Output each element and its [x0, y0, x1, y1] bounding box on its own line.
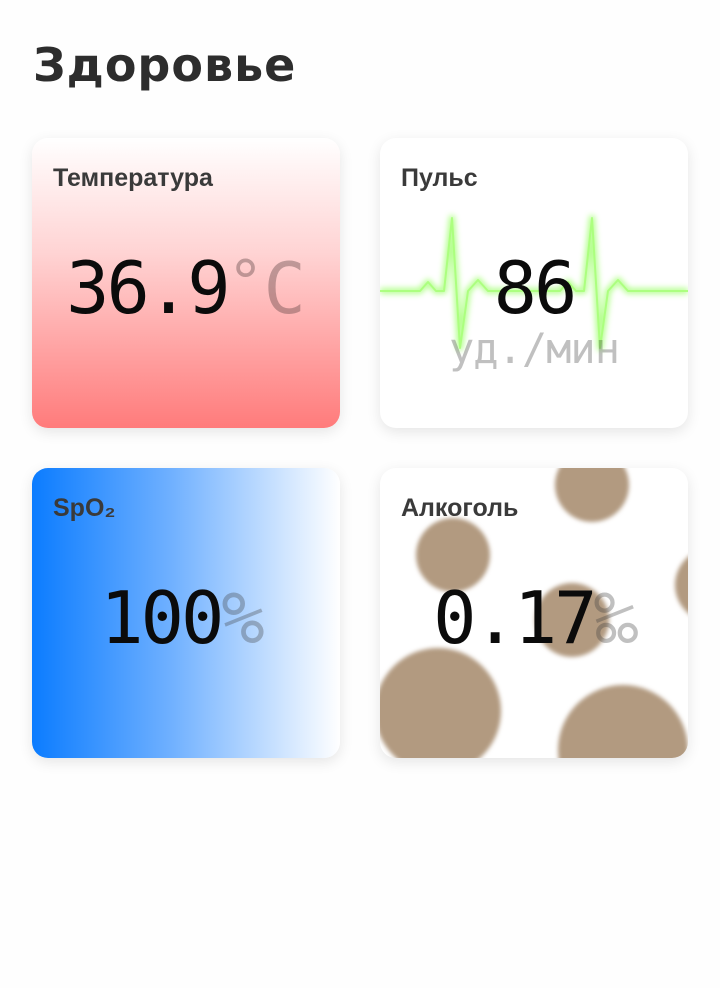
spo2-title: SpO₂	[53, 494, 116, 522]
spo2-value: 100	[100, 576, 224, 660]
spo2-card[interactable]: SpO₂ 100%	[32, 468, 340, 758]
page-title: Здоровье	[33, 38, 297, 92]
pulse-unit: уд./мин	[448, 324, 620, 373]
spo2-value-row: 100%	[32, 576, 340, 660]
bubble-icon	[555, 468, 629, 522]
alcohol-card[interactable]: Алкоголь 0.17‰	[380, 468, 688, 758]
pulse-card[interactable]: Пульс 86 уд./мин	[380, 138, 688, 428]
temperature-unit: C	[263, 248, 306, 330]
spo2-unit: %	[221, 576, 264, 660]
bubble-icon	[380, 648, 501, 758]
alcohol-value: 0.17	[433, 576, 597, 660]
temperature-title: Температура	[53, 164, 213, 192]
temperature-value: 36.9	[66, 246, 230, 330]
pulse-value: 86	[493, 246, 578, 330]
pulse-value-row: 86	[380, 246, 688, 330]
temperature-value-row: 36.9°C	[32, 246, 340, 330]
temperature-card[interactable]: Температура 36.9°C	[32, 138, 340, 428]
alcohol-value-row: 0.17‰	[380, 576, 688, 660]
temperature-degree-sign: °	[227, 248, 264, 318]
bubble-icon	[558, 685, 688, 758]
pulse-title: Пульс	[401, 164, 478, 192]
alcohol-unit: ‰	[594, 576, 638, 660]
alcohol-title: Алкоголь	[401, 494, 519, 522]
